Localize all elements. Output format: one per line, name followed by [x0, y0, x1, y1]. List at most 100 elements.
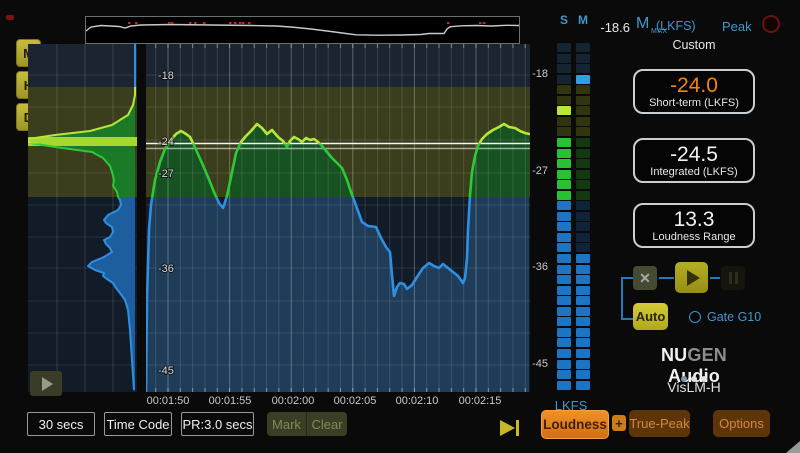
meter-segment	[576, 338, 590, 347]
svg-text:-45: -45	[158, 365, 174, 377]
meter-segment	[576, 222, 590, 231]
meter-segment	[557, 254, 571, 263]
meter-segment	[576, 328, 590, 337]
meter-segment	[557, 96, 571, 105]
loudness-range-label: Loudness Range	[652, 231, 735, 243]
transport-link-line	[710, 277, 720, 279]
short-term-value: -24.0	[670, 75, 718, 97]
meter-segment	[557, 381, 571, 390]
meter-segment	[576, 64, 590, 73]
meter-segment	[557, 201, 571, 210]
meter-segment	[557, 317, 571, 326]
peak-indicator-lamp[interactable]	[762, 15, 780, 33]
resize-grip[interactable]	[786, 441, 800, 453]
play-button[interactable]	[675, 262, 708, 293]
meter-segment	[576, 360, 590, 369]
pause-button[interactable]	[721, 266, 745, 290]
meter-segment	[576, 201, 590, 210]
mark-clear-group: Mark Clear	[267, 412, 347, 436]
time-tick-label: 00:01:50	[136, 395, 200, 407]
meter-segment	[576, 317, 590, 326]
logo-nu: NU	[661, 345, 687, 365]
loudness-range-value: 13.3	[674, 209, 715, 231]
meter-segment	[576, 149, 590, 158]
integrated-value: -24.5	[670, 144, 718, 166]
preset-name[interactable]: Custom	[633, 38, 755, 52]
loudness-distribution-histogram	[28, 44, 137, 392]
meter-segment	[576, 54, 590, 63]
meter-segment	[576, 307, 590, 316]
skip-to-end-icon[interactable]	[500, 420, 515, 436]
meter-segment	[557, 75, 571, 84]
meter-segment	[557, 85, 571, 94]
gate-radio[interactable]	[689, 311, 701, 323]
meter-segment	[557, 275, 571, 284]
meter-segment	[576, 381, 590, 390]
meter-segment	[576, 243, 590, 252]
vislm-window: M H D -18-24-27-36-45 00:01:5000:01:5500…	[0, 0, 800, 453]
meter-segment	[557, 54, 571, 63]
window-length-button[interactable]: 30 secs	[27, 412, 95, 436]
integrated-readout[interactable]: -24.5 Integrated (LKFS)	[633, 138, 755, 183]
gate-label[interactable]: Gate G10	[707, 310, 761, 324]
meter-segment	[576, 96, 590, 105]
meter-segment	[557, 159, 571, 168]
svg-text:-36: -36	[158, 263, 174, 275]
meter-segment	[557, 307, 571, 316]
loudness-range-readout[interactable]: 13.3 Loudness Range	[633, 203, 755, 248]
overview-waveform-strip[interactable]	[85, 16, 520, 44]
tab-true-peak[interactable]: True-Peak	[629, 410, 690, 437]
momentary-max-value: -18.6	[585, 20, 630, 35]
short-term-meter	[557, 43, 571, 391]
meter-scale-label: -45	[516, 358, 548, 370]
meter-segment	[576, 159, 590, 168]
meter-segment	[557, 138, 571, 147]
meter-segment	[557, 265, 571, 274]
meter-segment	[576, 265, 590, 274]
meter-segment	[576, 75, 590, 84]
meter-segment	[557, 191, 571, 200]
histogram-play-button[interactable]	[30, 371, 62, 396]
time-tick-label: 00:02:10	[385, 395, 449, 407]
auto-button[interactable]: Auto	[633, 303, 668, 330]
meter-segment	[576, 212, 590, 221]
meter-segment	[557, 212, 571, 221]
tab-loudness[interactable]: Loudness	[541, 410, 609, 439]
integrated-label: Integrated (LKFS)	[650, 166, 737, 178]
short-term-meter-header: S	[557, 13, 571, 27]
timecode-button[interactable]: Time Code	[104, 412, 172, 436]
meter-scale-label: -18	[516, 68, 548, 80]
meter-segment	[576, 180, 590, 189]
time-tick-label: 00:02:15	[448, 395, 512, 407]
clip-indicator	[6, 15, 14, 20]
meter-segment	[576, 349, 590, 358]
clear-button[interactable]: Clear	[307, 412, 347, 436]
short-term-readout[interactable]: -24.0 Short-term (LKFS)	[633, 69, 755, 114]
meter-segment	[557, 117, 571, 126]
tab-link-plus[interactable]: +	[612, 415, 626, 431]
pause-icon	[729, 272, 732, 284]
tab-options[interactable]: Options	[713, 410, 770, 437]
meter-segment	[557, 180, 571, 189]
momentary-max-unit: (LKFS)	[656, 19, 696, 33]
play-icon	[687, 270, 700, 286]
meter-segment	[557, 370, 571, 379]
peak-label: Peak	[722, 19, 752, 34]
transport-link-line	[659, 277, 674, 279]
skip-to-end-bar[interactable]	[516, 420, 519, 436]
meter-segment	[557, 233, 571, 242]
short-term-label: Short-term (LKFS)	[649, 97, 739, 109]
practical-range-button[interactable]: PR:3.0 secs	[181, 412, 254, 436]
time-tick-label: 00:01:55	[198, 395, 262, 407]
meter-scale-label: -36	[516, 261, 548, 273]
loudness-history-graph[interactable]: -18-24-27-36-45	[146, 44, 530, 392]
meter-segment	[557, 328, 571, 337]
meter-segment	[576, 127, 590, 136]
meter-segment	[557, 106, 571, 115]
mark-button[interactable]: Mark	[267, 412, 306, 436]
pause-icon	[735, 272, 738, 284]
time-tick-label: 00:02:05	[323, 395, 387, 407]
meter-segment	[576, 296, 590, 305]
meter-segment	[576, 138, 590, 147]
reset-button[interactable]: ✕	[633, 266, 657, 290]
